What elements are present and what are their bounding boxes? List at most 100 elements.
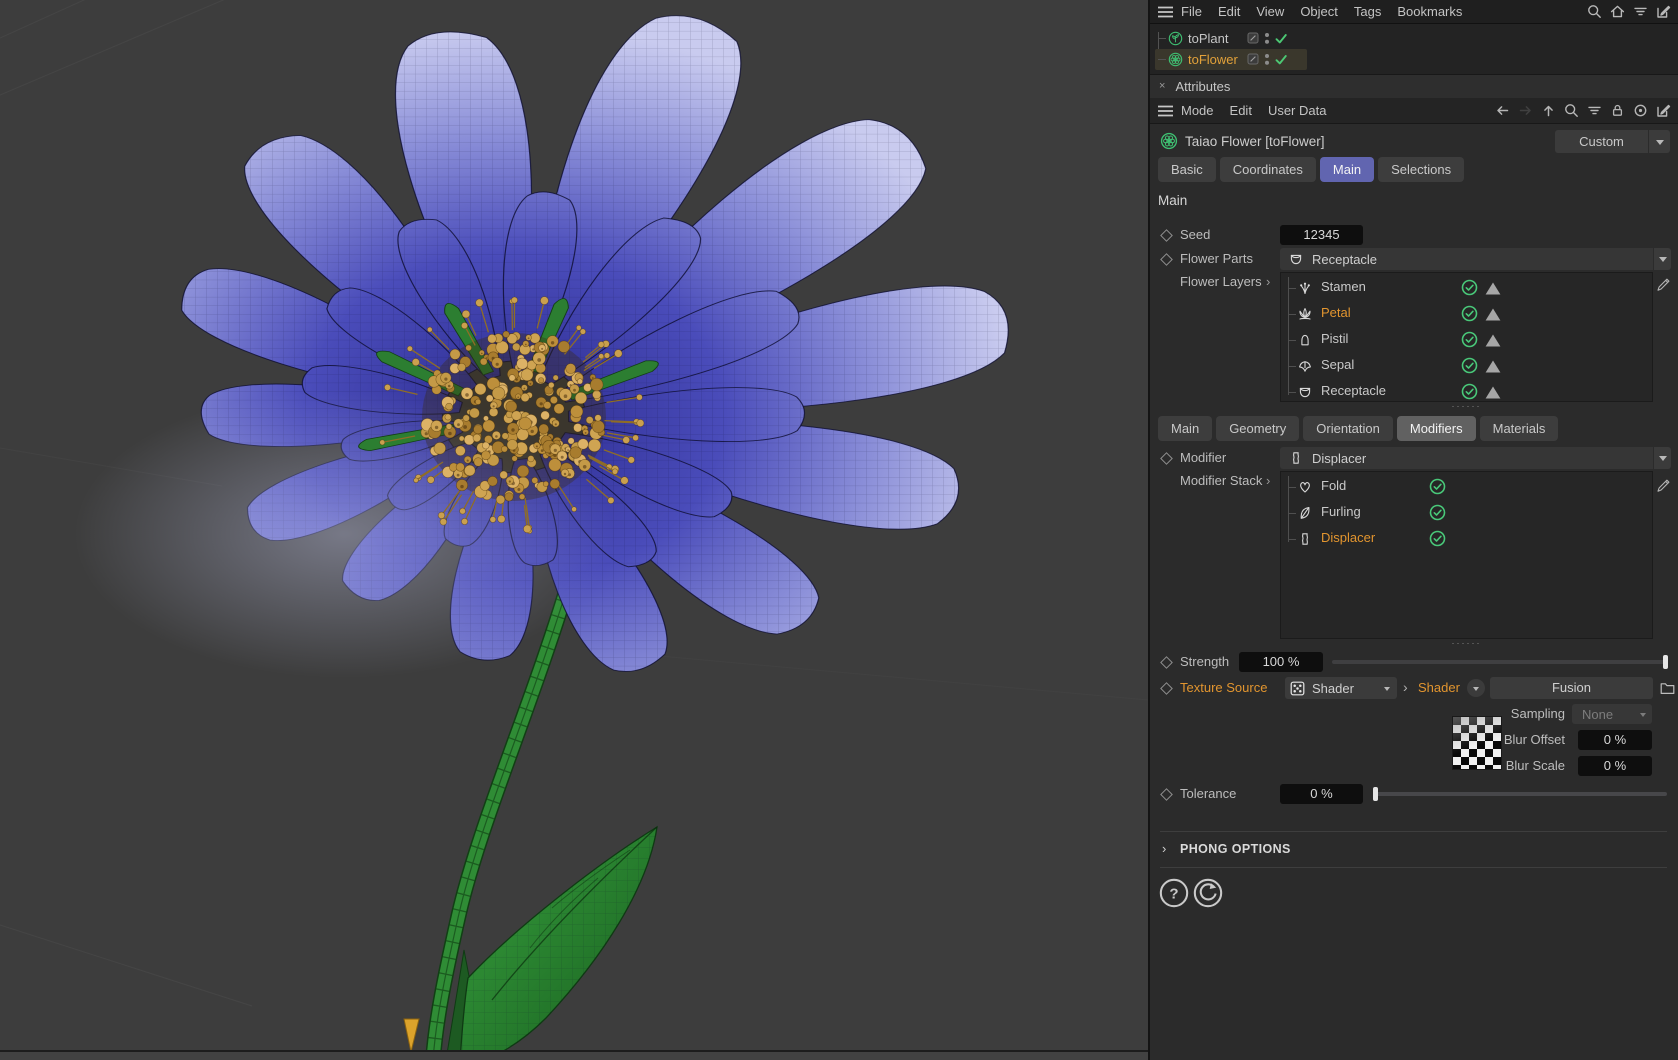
sub-tab-geometry[interactable]: Geometry — [1216, 416, 1300, 441]
menu-icon-strip — [1586, 0, 1672, 23]
lock-icon[interactable] — [1609, 102, 1626, 119]
up-arrow-icon[interactable] — [1540, 102, 1557, 119]
flower-parts-dropdown[interactable]: Receptacle — [1280, 248, 1653, 270]
item-enabled-icon[interactable] — [1461, 305, 1478, 322]
item-enabled-icon[interactable] — [1429, 530, 1446, 547]
attr-menu-edit[interactable]: Edit — [1222, 103, 1260, 118]
compose-window-icon[interactable] — [1655, 102, 1672, 119]
modifier-dropdown-arrow[interactable] — [1654, 447, 1671, 469]
flower-layer-stamen[interactable]: Stamen — [1281, 275, 1652, 301]
compose-window-icon[interactable] — [1655, 3, 1672, 20]
reset-icon[interactable] — [1192, 877, 1224, 909]
tab-coordinates[interactable]: Coordinates — [1219, 157, 1316, 182]
menu-file[interactable]: File — [1173, 4, 1210, 19]
tolerance-slider[interactable] — [1373, 787, 1667, 801]
modifier-stack-item-fold[interactable]: Fold — [1281, 474, 1652, 500]
strength-input[interactable]: 100 % — [1239, 652, 1323, 672]
item-enabled-icon[interactable] — [1461, 357, 1478, 374]
layer-badge-icon[interactable] — [1247, 53, 1259, 65]
enabled-check-icon[interactable] — [1274, 53, 1288, 66]
object-item-toflower[interactable]: toFlower — [1155, 49, 1307, 70]
object-name[interactable]: toPlant — [1188, 31, 1228, 46]
menu-view[interactable]: View — [1248, 4, 1292, 19]
pencil-icon[interactable] — [1655, 477, 1672, 494]
attr-menu-user-data[interactable]: User Data — [1260, 103, 1335, 118]
sub-tab-orientation[interactable]: Orientation — [1303, 416, 1393, 441]
filter-icon[interactable] — [1586, 102, 1603, 119]
object-name[interactable]: toFlower — [1188, 52, 1238, 67]
hamburger-menu-icon[interactable] — [1158, 6, 1173, 18]
item-triangle-icon[interactable] — [1485, 282, 1501, 295]
sampling-dropdown[interactable]: None — [1572, 704, 1652, 724]
menu-edit[interactable]: Edit — [1210, 4, 1248, 19]
modifier-stack-item-furling[interactable]: Furling — [1281, 500, 1652, 526]
tab-selections[interactable]: Selections — [1378, 157, 1465, 182]
pencil-icon[interactable] — [1655, 276, 1672, 293]
filter-icon[interactable] — [1632, 3, 1649, 20]
item-enabled-icon[interactable] — [1461, 279, 1478, 296]
attr-menu-mode[interactable]: Mode — [1173, 103, 1222, 118]
item-enabled-icon[interactable] — [1429, 478, 1446, 495]
enabled-check-icon[interactable] — [1274, 32, 1288, 45]
keyframe-diamond-icon[interactable] — [1160, 656, 1173, 669]
flower-layer-pistil[interactable]: Pistil — [1281, 327, 1652, 353]
search-icon[interactable] — [1563, 102, 1580, 119]
item-enabled-icon[interactable] — [1461, 383, 1478, 400]
search-icon[interactable] — [1586, 3, 1603, 20]
blur-scale-input[interactable]: 0 % — [1578, 756, 1652, 776]
menu-object[interactable]: Object — [1292, 4, 1346, 19]
keyframe-diamond-icon[interactable] — [1160, 452, 1173, 465]
forward-arrow-icon[interactable] — [1517, 102, 1534, 119]
tab-basic[interactable]: Basic — [1158, 157, 1216, 182]
object-item-toplant[interactable]: toPlant — [1155, 28, 1307, 49]
sub-tab-materials[interactable]: Materials — [1479, 416, 1559, 441]
blur-offset-input[interactable]: 0 % — [1578, 730, 1652, 750]
preset-dropdown[interactable]: Custom — [1555, 130, 1648, 153]
flower-layer-petal[interactable]: Petal — [1281, 301, 1652, 327]
help-icon[interactable]: ? — [1158, 877, 1190, 909]
item-enabled-icon[interactable] — [1461, 331, 1478, 348]
tab-main[interactable]: Main — [1319, 157, 1375, 182]
item-triangle-icon[interactable] — [1485, 334, 1501, 347]
folder-icon[interactable] — [1659, 680, 1676, 696]
visibility-dots-icon[interactable] — [1264, 53, 1270, 66]
keyframe-diamond-icon[interactable] — [1160, 682, 1173, 695]
home-icon[interactable] — [1609, 3, 1626, 20]
tolerance-input[interactable]: 0 % — [1280, 784, 1363, 804]
shader-link-dropdown[interactable] — [1467, 679, 1485, 697]
resize-handle[interactable]: ······ — [1280, 639, 1653, 648]
slider-handle[interactable] — [1373, 787, 1378, 801]
modifier-stack-item-displacer[interactable]: Displacer — [1281, 526, 1652, 552]
menu-bookmarks[interactable]: Bookmarks — [1389, 4, 1470, 19]
modifier-dropdown[interactable]: Displacer — [1280, 447, 1653, 469]
preset-dropdown-arrow[interactable] — [1649, 130, 1670, 153]
keyframe-diamond-icon[interactable] — [1160, 788, 1173, 801]
flower-layer-sepal[interactable]: Sepal — [1281, 353, 1652, 379]
item-triangle-icon[interactable] — [1485, 386, 1501, 399]
back-arrow-icon[interactable] — [1494, 102, 1511, 119]
menu-tags[interactable]: Tags — [1346, 4, 1389, 19]
hamburger-menu-icon[interactable] — [1158, 105, 1173, 117]
shader-kind-dropdown[interactable]: Shader — [1285, 677, 1397, 699]
sub-tab-main[interactable]: Main — [1158, 416, 1213, 441]
target-icon[interactable] — [1632, 102, 1649, 119]
item-enabled-icon[interactable] — [1429, 504, 1446, 521]
3d-viewport[interactable] — [0, 0, 1148, 1060]
keyframe-diamond-icon[interactable] — [1160, 229, 1173, 242]
flower-parts-dropdown-arrow[interactable] — [1654, 248, 1671, 270]
item-triangle-icon[interactable] — [1485, 308, 1501, 321]
resize-handle[interactable]: ······ — [1280, 402, 1653, 411]
visibility-dots-icon[interactable] — [1264, 32, 1270, 45]
layer-badge-icon[interactable] — [1247, 32, 1259, 44]
slider-handle[interactable] — [1663, 655, 1668, 669]
shader-link[interactable]: Shader — [1418, 680, 1460, 695]
fusion-button[interactable]: Fusion — [1490, 677, 1653, 699]
item-triangle-icon[interactable] — [1485, 360, 1501, 373]
attributes-panel-header[interactable]: × Attributes — [1150, 74, 1678, 99]
keyframe-diamond-icon[interactable] — [1160, 253, 1173, 266]
sub-tab-modifiers[interactable]: Modifiers — [1396, 416, 1476, 441]
phong-options-section[interactable]: › PHONG OPTIONS — [1150, 839, 1678, 861]
close-icon[interactable]: × — [1159, 81, 1165, 92]
strength-slider[interactable] — [1332, 655, 1668, 669]
seed-input[interactable]: 12345 — [1280, 225, 1363, 245]
